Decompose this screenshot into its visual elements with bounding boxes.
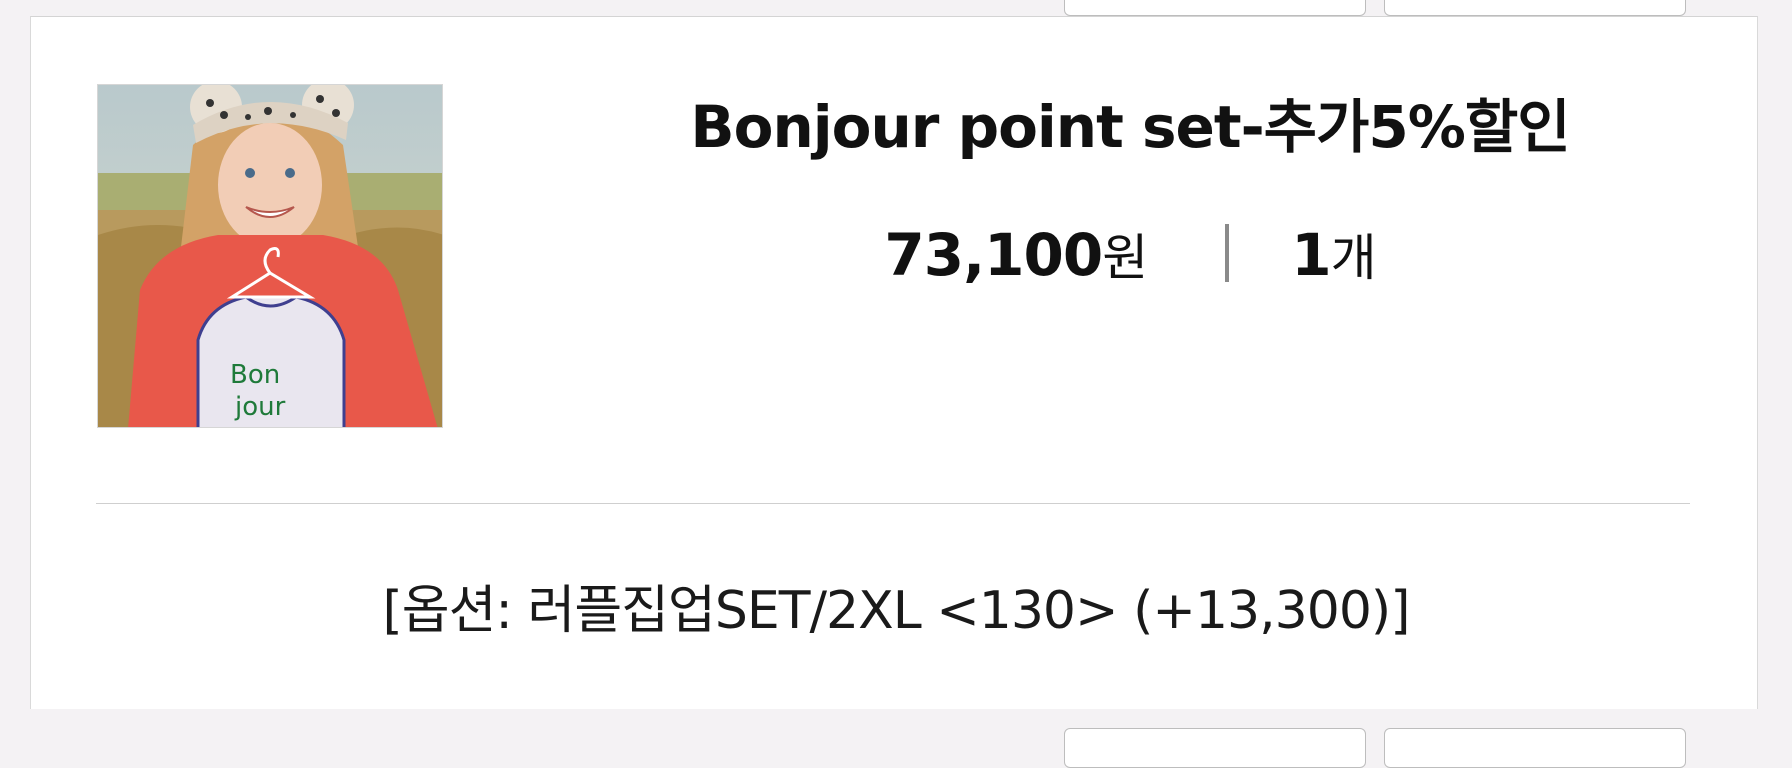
product-photo-icon: Bon jour [98,85,442,427]
section-divider [96,503,1690,504]
quantity-value: 1 [1291,221,1331,289]
quantity-unit: 개 [1330,229,1377,287]
option-text: [옵션: 러플집업SET/2XL <130> (+13,300)] [382,581,1410,641]
top-action-button-1[interactable] [1064,0,1366,16]
price-value: 73,100 [884,221,1103,289]
bottom-action-button-1[interactable] [1064,728,1366,768]
price-quantity-row: 73,100 원 1 개 [560,218,1700,289]
price-unit: 원 [1102,229,1148,287]
product-thumbnail[interactable]: Bon jour [97,84,443,428]
top-action-button-2[interactable] [1384,0,1686,16]
photo-text-bon: Bon [230,360,280,390]
bottom-action-button-2[interactable] [1384,728,1686,768]
vertical-divider [1225,224,1230,282]
product-title[interactable]: Bonjour point set-추가5%할인 [560,80,1700,164]
photo-text-jour: jour [234,392,286,422]
